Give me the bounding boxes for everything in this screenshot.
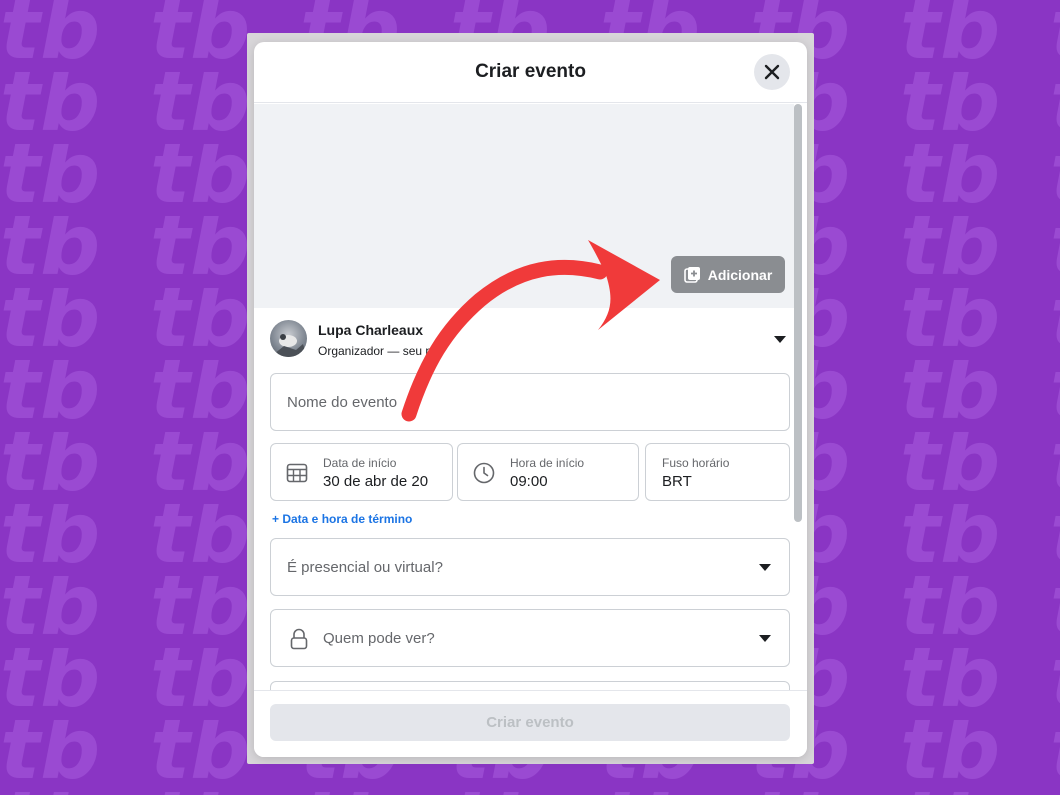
- add-cover-label: Adicionar: [707, 266, 773, 283]
- close-button[interactable]: [754, 54, 790, 90]
- next-field[interactable]: [270, 681, 790, 690]
- modal-footer: Criar evento: [254, 690, 807, 757]
- organizer-selector[interactable]: Lupa Charleaux Organizador — seu p: [270, 320, 790, 360]
- end-date-time-link[interactable]: + Data e hora de término: [272, 512, 412, 526]
- timezone-field[interactable]: Fuso horário BRT: [645, 443, 790, 501]
- start-time-label: Hora de início: [510, 456, 585, 470]
- create-event-button[interactable]: Criar evento: [270, 704, 790, 741]
- modal-body: Adicionar Lupa Charleaux Organizador — s…: [254, 104, 807, 690]
- timezone-label: Fuso horário: [662, 456, 730, 470]
- caret-down-icon: [759, 564, 771, 571]
- presence-select[interactable]: É presencial ou virtual?: [270, 538, 790, 596]
- organizer-role: Organizador — seu p: [318, 344, 433, 358]
- organizer-name: Lupa Charleaux: [318, 322, 424, 338]
- caret-down-icon: [759, 635, 771, 642]
- start-date-label: Data de início: [323, 456, 397, 470]
- lock-icon: [290, 628, 308, 650]
- privacy-placeholder: Quem pode ver?: [323, 630, 435, 647]
- modal-title: Criar evento: [475, 61, 586, 82]
- presence-placeholder: É presencial ou virtual?: [287, 559, 443, 576]
- start-time-field[interactable]: Hora de início 09:00: [457, 443, 639, 501]
- timezone-value: BRT: [662, 473, 692, 490]
- start-date-value: 30 de abr de 20: [323, 473, 429, 490]
- avatar: [270, 320, 307, 357]
- scrollbar-thumb[interactable]: [794, 104, 802, 522]
- start-time-value: 09:00: [510, 473, 548, 490]
- add-cover-button[interactable]: Adicionar: [671, 256, 785, 293]
- calendar-icon: [286, 463, 308, 483]
- clock-icon: [473, 462, 495, 484]
- close-icon: [764, 64, 780, 80]
- chevron-down-icon: [774, 336, 786, 343]
- privacy-select[interactable]: Quem pode ver?: [270, 609, 790, 667]
- modal-header: Criar evento: [254, 42, 807, 103]
- cover-photo-area: Adicionar: [254, 104, 794, 308]
- event-name-placeholder: Nome do evento: [287, 394, 398, 411]
- add-photo-icon: [683, 266, 700, 283]
- create-event-modal: Criar evento Adicionar Lupa Charleaux Or…: [254, 42, 807, 757]
- start-date-field[interactable]: Data de início 30 de abr de 20: [270, 443, 453, 501]
- event-name-input[interactable]: Nome do evento: [270, 373, 790, 431]
- scrollbar[interactable]: [794, 104, 802, 524]
